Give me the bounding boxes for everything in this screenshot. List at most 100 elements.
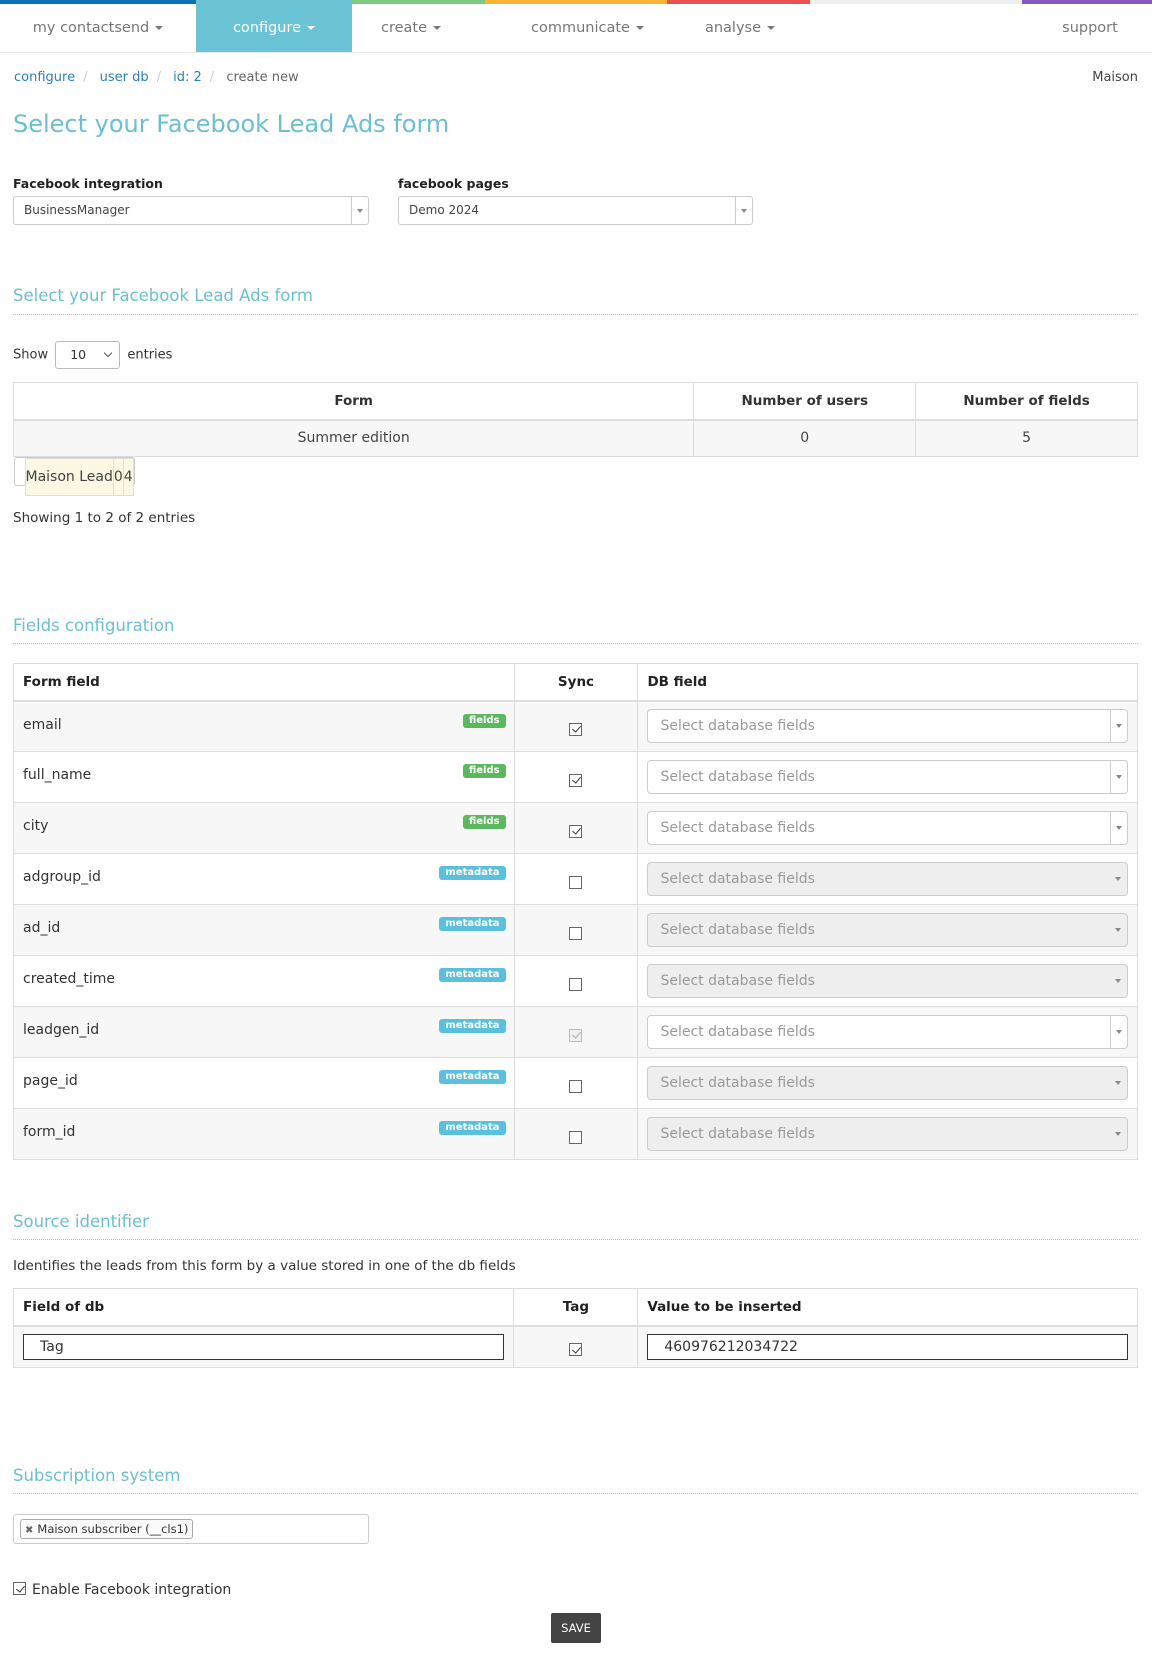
sync-checkbox[interactable] [569, 926, 583, 940]
subscription-select[interactable]: ✖ Maison subscriber (__cls1) [13, 1514, 369, 1544]
column-header[interactable]: Number of users [693, 382, 917, 421]
caret-down-icon [307, 26, 316, 30]
sync-checkbox[interactable] [569, 977, 583, 991]
facebook-integration-label: Facebook integration [13, 176, 163, 191]
form-field-cell: form_id metadata [13, 1108, 515, 1160]
select-placeholder: Select database fields [660, 973, 815, 989]
table-row[interactable]: Summer edition 0 5 [12, 419, 1138, 457]
form-field-name: city [23, 818, 49, 834]
fields-count-cell: 5 [915, 419, 1138, 457]
nav-label: my contactsend [32, 20, 150, 36]
nav-create[interactable]: create [352, 0, 470, 52]
section-divider [13, 1239, 1138, 1240]
save-button[interactable]: SAVE [551, 1613, 601, 1643]
breadcrumb-user-db[interactable]: user db [100, 70, 149, 85]
db-field-cell: Tag [12, 1325, 515, 1368]
table-header-row: Form field Sync DB field [13, 663, 1138, 702]
sync-checkbox [569, 1028, 583, 1042]
facebook-pages-label: facebook pages [398, 176, 509, 191]
page-length-select[interactable]: 10 [55, 341, 121, 369]
field-type-badge: metadata [439, 968, 506, 982]
fields-section-title: Fields configuration [13, 616, 175, 635]
sync-checkbox[interactable] [569, 1130, 583, 1144]
enable-integration[interactable]: Enable Facebook integration [13, 1582, 231, 1598]
nav-label: analyse [704, 20, 762, 36]
show-label: Show [13, 347, 49, 363]
form-name-cell: Summer edition [12, 419, 695, 457]
dropdown-arrow-icon [1110, 863, 1127, 895]
table-row-selected[interactable]: Maison Lead 0 4 [13, 457, 135, 496]
dropdown-arrow-icon [1110, 1067, 1127, 1099]
page-title: Select your Facebook Lead Ads form [13, 110, 450, 138]
nav-analyse[interactable]: analyse [680, 0, 800, 52]
subscription-section-title: Subscription system [13, 1466, 181, 1485]
sync-cell [513, 700, 639, 752]
section-divider [13, 1493, 1138, 1494]
field-row: leadgen_id metadata Select database fields [13, 1006, 1138, 1058]
db-field-cell: Select database fields [637, 1057, 1138, 1109]
dropdown-arrow-icon [1110, 761, 1127, 793]
field-row: full_name fields Select database fields [13, 751, 1138, 803]
db-field-select[interactable]: Select database fields [647, 1015, 1128, 1049]
sync-checkbox[interactable] [569, 875, 583, 889]
sync-cell [513, 751, 639, 803]
db-field-select: Select database fields [647, 862, 1128, 896]
breadcrumb-configure[interactable]: configure [14, 70, 75, 85]
value-input[interactable]: 460976212034722 [647, 1333, 1128, 1360]
source-identifier-table: Field of db Tag Value to be inserted Tag… [12, 1288, 1138, 1368]
nav-my-contactsend[interactable]: my contactsend [0, 0, 196, 52]
breadcrumb-current: create new [226, 70, 299, 85]
page-length-control: Show 10 entries [13, 341, 172, 369]
sync-checkbox[interactable] [569, 773, 583, 787]
fields-count-cell: 4 [122, 458, 134, 496]
select-value: BusinessManager [24, 203, 130, 217]
sync-cell [513, 955, 639, 1007]
form-field-cell: page_id metadata [13, 1057, 515, 1109]
field-type-badge: fields [462, 713, 506, 728]
enable-integration-checkbox[interactable] [13, 1582, 26, 1595]
column-header: Field of db [12, 1288, 515, 1327]
value-cell: 460976212034722 [637, 1325, 1138, 1368]
form-field-cell: city fields [13, 802, 515, 854]
dropdown-arrow-icon [351, 197, 368, 224]
form-field-name: page_id [23, 1073, 78, 1089]
sync-checkbox[interactable] [569, 824, 583, 838]
sync-checkbox[interactable] [569, 722, 583, 736]
column-header: Sync [513, 663, 639, 702]
field-row: form_id metadata Select database fields [13, 1108, 1138, 1160]
db-field-select[interactable]: Select database fields [647, 760, 1128, 794]
facebook-integration-select[interactable]: BusinessManager [13, 196, 369, 225]
caret-down-icon [767, 26, 776, 30]
column-header[interactable]: Number of fields [915, 382, 1138, 421]
form-field-cell: full_name fields [13, 751, 515, 803]
select-placeholder: Select database fields [660, 769, 815, 785]
column-header[interactable]: Form [12, 382, 695, 421]
form-field-name: ad_id [23, 920, 61, 936]
chevron-down-icon [103, 348, 113, 358]
column-header: DB field [637, 663, 1138, 702]
sync-checkbox[interactable] [569, 1079, 583, 1093]
breadcrumb-id[interactable]: id: 2 [173, 70, 202, 85]
db-field-select[interactable]: Select database fields [647, 709, 1128, 744]
subscription-chip: ✖ Maison subscriber (__cls1) [20, 1519, 194, 1539]
caret-down-icon [433, 26, 442, 30]
form-field-name: created_time [23, 971, 115, 987]
db-field-input[interactable]: Tag [23, 1333, 505, 1360]
form-field-name: leadgen_id [23, 1022, 100, 1038]
remove-icon[interactable]: ✖ [25, 1525, 33, 1536]
field-row: email fields Select database fields [13, 700, 1138, 752]
nav-communicate[interactable]: communicate [500, 0, 675, 52]
form-field-name: adgroup_id [23, 869, 101, 885]
dropdown-arrow-icon [1110, 1016, 1127, 1048]
db-field-select[interactable]: Select database fields [647, 811, 1128, 845]
facebook-pages-select[interactable]: Demo 2024 [398, 196, 753, 225]
source-section-title: Source identifier [13, 1212, 149, 1231]
table-row: Tag 460976212034722 [12, 1325, 1138, 1368]
tag-checkbox[interactable] [569, 1343, 583, 1357]
nav-support[interactable]: support [1040, 0, 1140, 52]
nav-configure[interactable]: configure [196, 0, 352, 52]
field-type-badge: metadata [439, 917, 506, 931]
section-divider [13, 314, 1138, 315]
chip-label: Maison subscriber (__cls1) [37, 1522, 189, 1536]
db-field-cell: Select database fields [637, 751, 1138, 803]
